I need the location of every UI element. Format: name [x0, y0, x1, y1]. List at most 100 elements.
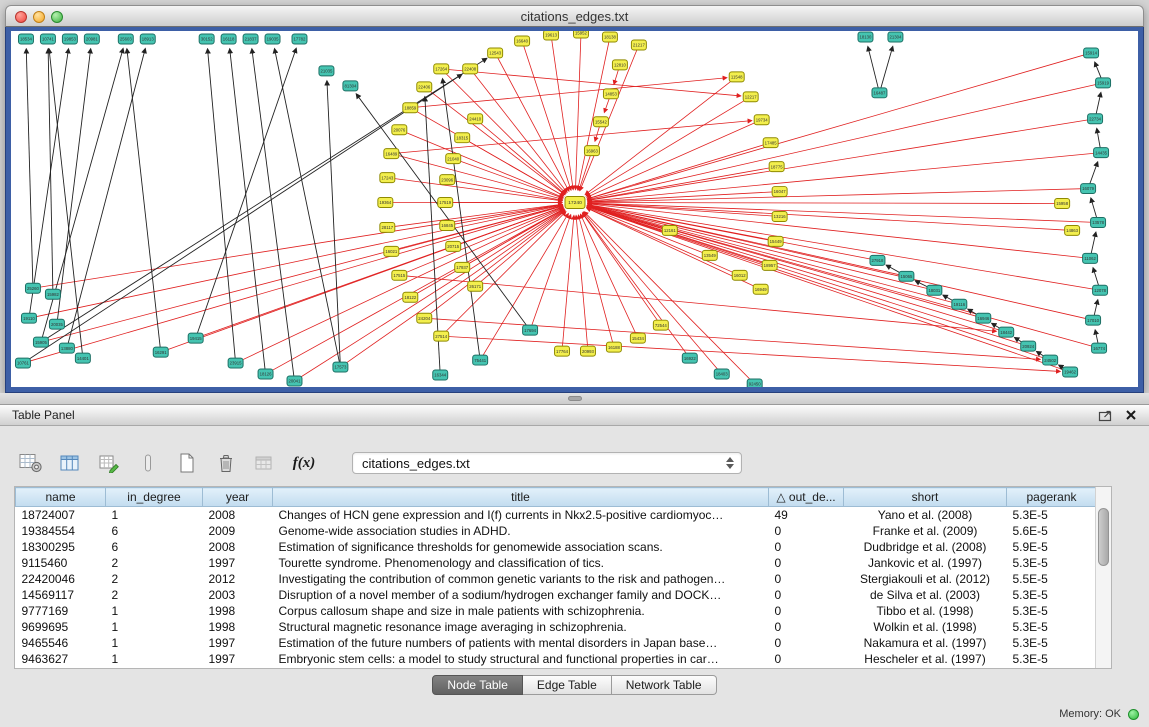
tab-node-table[interactable]: Node Table — [432, 675, 523, 695]
panel-splitter[interactable] — [0, 393, 1149, 404]
show-columns-button[interactable] — [57, 451, 83, 475]
table-cell[interactable]: 49 — [769, 507, 844, 524]
network-edge[interactable] — [587, 120, 762, 197]
network-edge[interactable] — [208, 49, 236, 363]
network-node[interactable]: 18126 — [258, 369, 273, 379]
network-node[interactable]: 14853 — [603, 89, 618, 99]
table-cell[interactable]: 5.3E-5 — [1007, 555, 1097, 571]
table-cell[interactable]: 1 — [106, 619, 203, 635]
network-node[interactable]: 15914 — [1084, 48, 1099, 58]
table-cell[interactable]: 5.5E-5 — [1007, 571, 1097, 587]
network-edge[interactable] — [391, 121, 751, 154]
network-node[interactable]: 21304 — [888, 32, 903, 42]
table-cell[interactable]: Changes of HCN gene expression and I(f) … — [273, 507, 769, 524]
table-cell[interactable]: 5.6E-5 — [1007, 523, 1097, 539]
network-node[interactable]: 17937 — [455, 262, 470, 272]
network-edge[interactable] — [57, 49, 91, 324]
network-node[interactable]: 21217 — [631, 40, 646, 50]
column-header-title[interactable]: title — [273, 488, 769, 507]
network-window-titlebar[interactable]: citations_edges.txt — [5, 5, 1144, 27]
table-cell[interactable]: 2008 — [203, 539, 273, 555]
table-cell[interactable]: 0 — [769, 571, 844, 587]
table-row[interactable]: 911546021997Tourette syndrome. Phenomeno… — [16, 555, 1097, 571]
table-cell[interactable]: 0 — [769, 587, 844, 603]
network-node[interactable]: 17782 — [292, 34, 307, 44]
table-cell[interactable]: 0 — [769, 539, 844, 555]
network-node[interactable]: 10761 — [15, 358, 30, 368]
table-cell[interactable]: 22420046 — [16, 571, 106, 587]
network-node[interactable]: 20924 — [1021, 341, 1036, 351]
network-edge[interactable] — [441, 69, 740, 96]
network-node[interactable]: 16963 — [584, 146, 599, 156]
table-cell[interactable]: 0 — [769, 523, 844, 539]
network-node[interactable]: 16640 — [515, 36, 530, 46]
table-row[interactable]: 1938455462009Genome-wide association stu… — [16, 523, 1097, 539]
network-node[interactable]: 15905 — [33, 337, 48, 347]
network-node[interactable]: 16946 — [976, 313, 991, 323]
table-cell[interactable]: Nakamura et al. (1997) — [844, 635, 1007, 651]
table-cell[interactable]: 19384554 — [16, 523, 106, 539]
network-edge[interactable] — [470, 69, 567, 192]
network-node[interactable]: 18315 — [455, 133, 470, 143]
table-cell[interactable]: Yano et al. (2008) — [844, 507, 1007, 524]
network-edge[interactable] — [441, 336, 1060, 371]
network-node[interactable]: 18403 — [714, 369, 729, 379]
table-cell[interactable]: Stergiakouli et al. (2012) — [844, 571, 1007, 587]
network-node[interactable]: 13880 — [59, 343, 74, 353]
network-edge[interactable] — [575, 33, 580, 190]
table-cell[interactable]: 14569117 — [16, 587, 106, 603]
network-edge[interactable] — [587, 207, 1050, 360]
table-cell[interactable]: 5.9E-5 — [1007, 539, 1097, 555]
scrollbar-thumb[interactable] — [1098, 508, 1109, 566]
table-cell[interactable]: 1998 — [203, 619, 273, 635]
float-panel-icon[interactable] — [1098, 409, 1113, 422]
table-vertical-scrollbar[interactable] — [1095, 487, 1111, 668]
minimize-window-button[interactable] — [33, 11, 45, 23]
table-cell[interactable]: Estimation of the future numbers of pati… — [273, 635, 769, 651]
network-node[interactable]: 24204 — [417, 313, 432, 323]
table-cell[interactable]: 1 — [106, 651, 203, 667]
network-edge[interactable] — [588, 203, 1062, 204]
network-node[interactable]: 92450 — [747, 379, 762, 387]
network-edge[interactable] — [579, 151, 592, 190]
network-node[interactable]: 19035 — [265, 34, 280, 44]
network-node[interactable]: 13549 — [702, 250, 717, 260]
network-node[interactable]: 22406 — [417, 82, 432, 92]
table-cell[interactable]: 0 — [769, 651, 844, 667]
network-edge[interactable] — [236, 208, 564, 363]
import-table-button[interactable] — [252, 451, 278, 475]
network-edge[interactable] — [588, 153, 1101, 202]
network-edge[interactable] — [252, 49, 295, 381]
close-panel-icon[interactable] — [1125, 409, 1137, 421]
network-edge[interactable] — [868, 47, 880, 93]
network-node[interactable]: 15434 — [630, 333, 645, 343]
network-node[interactable]: 15919 — [1096, 78, 1111, 88]
table-cell[interactable]: 9463627 — [16, 651, 106, 667]
network-node[interactable]: 20715 — [446, 241, 461, 251]
splitter-grip-icon[interactable] — [568, 396, 582, 401]
network-edge[interactable] — [441, 212, 566, 336]
table-cell[interactable]: 2003 — [203, 587, 273, 603]
table-cell[interactable]: 18724007 — [16, 507, 106, 524]
table-cell[interactable]: Embryonic stem cells: a model to study s… — [273, 651, 769, 667]
network-node[interactable]: 14863 — [1065, 225, 1080, 235]
network-node[interactable]: 17010 — [1086, 315, 1101, 325]
network-edge[interactable] — [562, 215, 574, 351]
network-node[interactable]: 15065 — [899, 271, 914, 281]
column-header-name[interactable]: name — [16, 488, 106, 507]
network-edge[interactable] — [340, 210, 564, 367]
network-node[interactable]: 12217 — [743, 92, 758, 102]
table-cell[interactable]: 2 — [106, 555, 203, 571]
network-node[interactable]: 16344 — [433, 370, 448, 380]
network-node[interactable]: 18031 — [927, 285, 942, 295]
network-node[interactable]: 18534 — [18, 34, 33, 44]
tab-edge-table[interactable]: Edge Table — [523, 675, 612, 695]
close-window-button[interactable] — [15, 11, 27, 23]
network-node[interactable]: 11548 — [729, 72, 744, 82]
network-node[interactable]: 27918 — [870, 255, 885, 265]
table-cell[interactable]: 2 — [106, 587, 203, 603]
network-node[interactable]: 24410 — [468, 114, 483, 124]
network-node[interactable]: 20981 — [84, 34, 99, 44]
network-node[interactable]: 16845 — [440, 220, 455, 230]
network-edge[interactable] — [576, 215, 588, 351]
